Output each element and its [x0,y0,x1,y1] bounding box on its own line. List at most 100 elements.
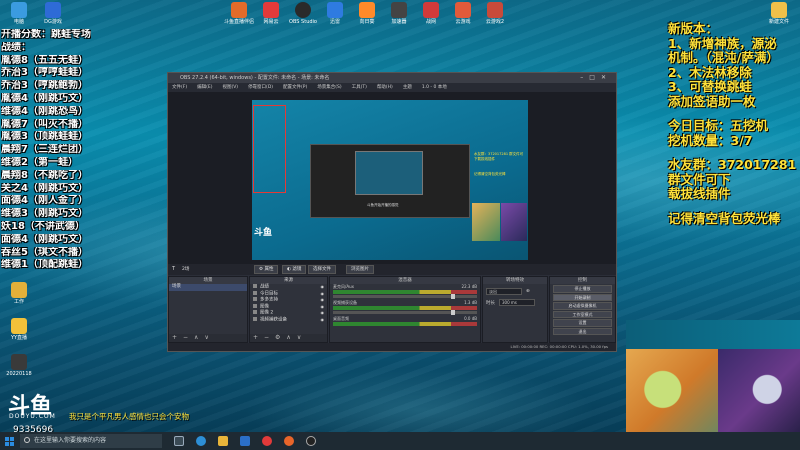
sources-dock-footer[interactable]: +−⚙∧∨ [250,334,327,342]
source-toolbar: T 2场 ⚙ 属性 ◐ 滤镜 选择文件 浏览图片 [168,264,616,275]
source-item[interactable]: 视频捕获设备 ◉ [250,316,327,324]
nested-screen-capture: 斗鱼开始开播的感觉 [310,144,470,218]
desktop-icon-computer[interactable]: 电脑 [2,2,36,26]
menu-help[interactable]: 帮助(H) [377,83,393,92]
source-type-icon [253,310,257,314]
desktop-icon-work[interactable]: 工作 [2,282,36,306]
duration-label: 时长 [486,300,495,306]
menu-edit[interactable]: 编辑(E) [197,83,212,92]
transition-type-row: 淡出 ⊕ [486,288,544,295]
overlay-line: 胤德8（五五无蛙） [1,54,88,66]
douyu-icon[interactable] [284,436,294,446]
battle-record-overlay: 开播分数：跳蛙专场 战绩： 胤德8（五五无蛙） 乔治3（哼哼蛙蛙） 乔治3（哼跳… [1,29,91,272]
store-icon[interactable] [240,436,250,446]
volume-slider[interactable] [333,294,477,299]
overlay-line: 群文件可下 [668,171,731,187]
transitions-dock: 转场特效 淡出 ⊕ 时长 300 ms [482,276,548,343]
obs-status-bar: LIVE: 00:00:00 REC: 00:00:00 CPU: 1.0%, … [168,343,616,351]
properties-button[interactable]: ⚙ 属性 [254,265,279,274]
desktop-icon-battlenet[interactable]: 战网 [414,2,448,26]
overlay-line: 战绩： [1,41,31,53]
overlay-line: 维德2（第一蛙） [1,156,78,168]
desktop-icon-obs[interactable]: OBS Studio [286,2,320,26]
slider-knob[interactable] [451,294,455,299]
source-type-icon [253,303,257,308]
desktop-icon-netease[interactable]: 网易云 [254,2,288,26]
controls-dock: 控制 停止播放 开始录制 启动虚拟摄像机 工作室模式 设置 退出 [549,276,616,343]
search-icon [24,437,30,443]
eye-icon[interactable]: ◉ [321,317,325,324]
obs-title-bar[interactable]: OBS 27.2.4 (64-bit, windows) - 配置文件: 未命名… [168,73,616,83]
taskbar-search[interactable]: 在这里输入你要搜索的内容 [20,434,162,448]
selected-source-box[interactable] [253,105,286,193]
overlay-line: 面德4（刚人金了） [1,195,88,207]
overlay-line: 维德1（顶配跳蛙） [1,259,88,271]
overlay-line: 载拔线插件 [668,186,731,201]
transition-duration-row: 时长 300 ms [486,299,544,306]
menu-docks[interactable]: 停靠窗口(D) [248,83,273,92]
edge-icon[interactable] [196,436,206,446]
menu-tools[interactable]: 工具(T) [352,83,367,92]
overlay-line: 1、新增神族，源泌 [668,35,777,51]
nested-screen-text: 斗鱼开始开播的感觉 [367,203,399,207]
preview-canvas[interactable]: 斗鱼开始开播的感觉 水友群：372017281 群文件可下载拔线插件 记得清空背… [252,100,528,260]
filters-button[interactable]: ◐ 滤镜 [282,265,307,274]
transition-type-select[interactable]: 淡出 [486,288,522,295]
stream-tagline: 我只是个平凡男人感情也只会个安物 [69,412,189,421]
scenes-dock-footer[interactable]: +−∧∨ [169,334,247,342]
exit-button[interactable]: 退出 [553,327,612,335]
task-view-icon[interactable] [174,436,184,446]
volume-meter [333,306,477,310]
settings-button[interactable]: 设置 [553,319,612,327]
menu-extra[interactable]: 1.0 - 0 本地 [422,83,447,92]
desktop-icon-folder-date[interactable]: 20220118 [2,354,36,378]
netease-icon[interactable] [262,436,272,446]
overlay-line: 2、木法林移除 [668,64,752,80]
menu-theme[interactable]: 主题 [403,83,412,92]
file-explorer-icon[interactable] [218,436,228,446]
overlay-line: 机制。（混沌/萨满） [668,50,779,65]
desktop-icon-douyu-companion[interactable]: 斗鱼直播伴侣 [222,2,256,26]
sources-dock: 来源 战绩 ◉ 今日目标 ◉ 多多支持 ◉ 图像 ◉ 图像 2 ◉ 视频捕获设备 ◉ +−⚙… [249,276,328,343]
window-controls[interactable]: –□✕ [580,73,612,83]
scenes-dock: 场景 场景 +−∧∨ [168,276,248,343]
obs-window[interactable]: OBS 27.2.4 (64-bit, windows) - 配置文件: 未命名… [167,72,617,352]
desktop-icon-cloud-game-2[interactable]: 云游戏2 [478,2,512,26]
overlay-line: 关之4（刚跳巧文） [1,182,88,194]
start-button[interactable] [0,432,18,450]
desktop-icon-accelerator[interactable]: 加速器 [382,2,416,26]
scene-item[interactable]: 场景 [169,284,247,291]
desktop-icon-dg[interactable]: DG游戏 [36,2,70,26]
slider-knob[interactable] [451,310,455,315]
obs-icon[interactable] [306,436,316,446]
menu-scene-collection[interactable]: 场景集合(S) [317,83,341,92]
browse-image-button[interactable]: 浏览图片 [346,265,374,274]
start-recording-button[interactable]: 开始录制 [553,293,612,301]
studio-mode-button[interactable]: 工作室模式 [553,310,612,318]
volume-slider[interactable] [333,310,477,315]
desktop-icon-yy[interactable]: YY直播 [2,318,36,342]
stop-streaming-button[interactable]: 停止播放 [553,285,612,293]
desktop-icon-thunder[interactable]: 迅雷 [318,2,352,26]
overlay-line: 维德3（刚跳巧文） [1,208,88,220]
overlay-line: 水友群：372017281 [668,157,797,172]
obs-preview[interactable]: 斗鱼开始开播的感觉 水友群：372017281 群文件可下载拔线插件 记得清空背… [168,92,616,264]
source-type-icon [253,290,257,295]
transitions-dock-title: 转场特效 [483,277,547,284]
overlay-line: 乔治3（哼哼蛙蛙） [1,67,88,79]
add-transition-icon[interactable]: ⊕ [526,289,530,294]
menu-file[interactable]: 文件(F) [172,83,187,92]
duration-input[interactable]: 300 ms [499,299,535,306]
overlay-line: 挖机数量：3/7 [668,132,753,148]
virtual-camera-button[interactable]: 启动虚拟摄像机 [553,302,612,310]
overlay-line: 开播分数：跳蛙专场 [1,29,91,40]
menu-profile[interactable]: 配置文件(P) [283,83,307,92]
overlay-line: 晨翔7（三连烂团） [1,144,88,156]
webcam-strip [626,320,800,350]
select-file-button[interactable]: 选择文件 [308,265,336,274]
overlay-line: 乔治3（哼跳鲍勃） [1,80,88,92]
desktop-icon-cloud-game[interactable]: 云游戏 [446,2,480,26]
mixer-dock-title: 混音器 [330,277,480,284]
menu-view[interactable]: 视图(V) [222,83,238,92]
desktop-icon-sunflower[interactable]: 向日葵 [350,2,384,26]
